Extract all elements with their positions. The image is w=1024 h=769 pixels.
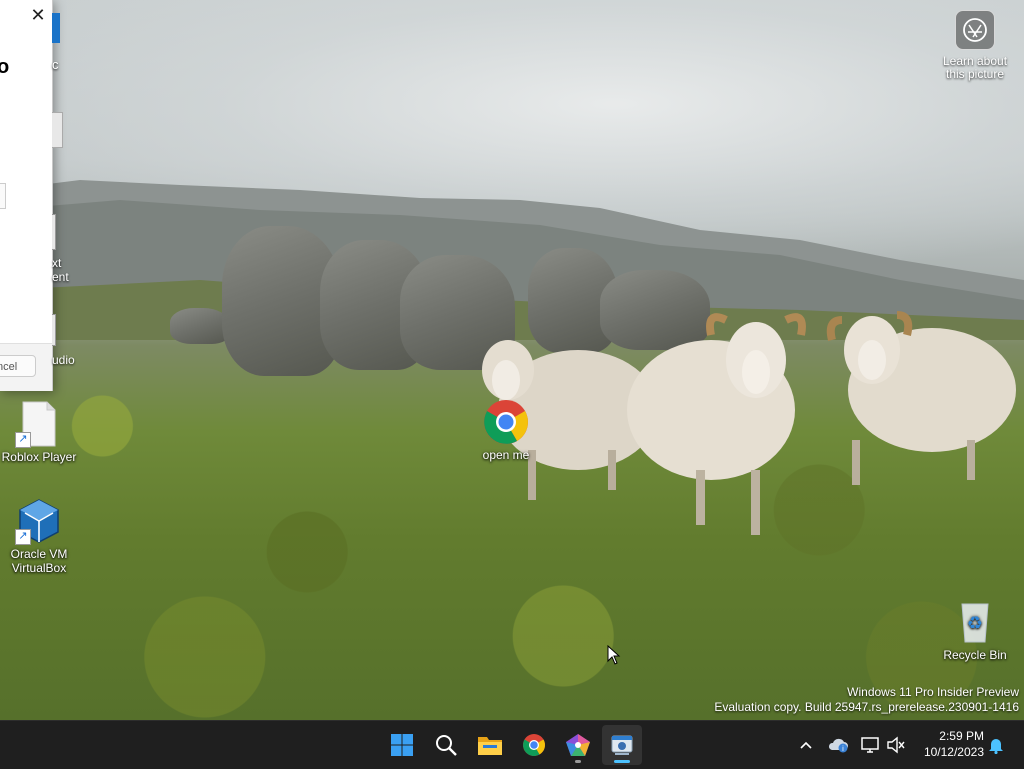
volume-muted-icon[interactable] — [884, 733, 908, 757]
pentagon-app-button[interactable] — [558, 725, 598, 765]
dialog-behind-accent — [52, 13, 60, 43]
chevron-up-icon[interactable] — [794, 733, 818, 757]
desktop-icon-recycle-bin[interactable]: ♻ Recycle Bin — [937, 598, 1013, 662]
document-icon: ↗ — [15, 400, 63, 448]
audio-label-fragment[interactable]: udio — [52, 353, 75, 367]
bell-icon[interactable] — [984, 733, 1008, 757]
desktop-icon-label: Oracle VM VirtualBox — [10, 547, 68, 575]
folder-icon — [478, 737, 502, 755]
active-indicator — [614, 760, 630, 763]
network-icon[interactable] — [858, 733, 882, 757]
start-button[interactable] — [382, 725, 422, 765]
desktop-icon-roblox-player[interactable]: ↗ Roblox Player — [1, 400, 77, 464]
rock — [170, 308, 230, 344]
fragment-line: xt — [52, 256, 62, 270]
svg-text:i: i — [842, 745, 844, 753]
file-explorer-button[interactable] — [470, 725, 510, 765]
camera-lens-icon — [955, 10, 995, 50]
recycle-bin-icon: ♻ — [951, 598, 999, 646]
clock-date: 10/12/2023 — [923, 745, 984, 759]
desktop-icon-label: Recycle Bin — [943, 648, 1007, 662]
active-app-button[interactable] — [602, 725, 642, 765]
shortcut-arrow-icon: ↗ — [15, 432, 31, 448]
desktop-icon-label: open me — [482, 448, 530, 462]
clock-time: 2:59 PM — [939, 729, 984, 743]
learn-about-label: Learn about this picture — [942, 54, 1008, 81]
learn-about-this-picture[interactable]: Learn about this picture — [936, 10, 1014, 81]
desktop-icon-oracle-vm-virtualbox[interactable]: ↗ Oracle VM VirtualBox — [1, 497, 77, 575]
sheep-illustration — [627, 313, 806, 535]
watermark-line-2: Evaluation copy. Build 25947.rs_prerelea… — [714, 700, 1019, 714]
close-icon[interactable]: ✕ — [27, 4, 49, 26]
cancel-button[interactable]: ncel — [0, 355, 36, 377]
desktop-icon-open-me[interactable]: open me — [468, 398, 544, 462]
text-document-label-fragment[interactable]: xt ent — [52, 256, 69, 284]
installer-window-icon — [611, 735, 633, 755]
dialog-behind-letter: c — [52, 57, 59, 72]
desktop-wallpaper — [0, 0, 1024, 720]
dialog-field[interactable] — [0, 183, 6, 209]
search-icon — [436, 735, 457, 756]
mouse-cursor-icon — [607, 645, 621, 665]
chrome-icon — [523, 734, 545, 756]
build-watermark: Windows 11 Pro Insider Preview Evaluatio… — [714, 685, 1019, 715]
running-indicator — [575, 760, 581, 763]
dialog-behind-field — [52, 112, 63, 148]
sheep-illustration — [826, 311, 1016, 485]
text-document-icon-fragment — [52, 214, 56, 250]
taskbar: i — [0, 720, 1024, 769]
shortcut-arrow-icon: ↗ — [15, 529, 31, 545]
windows-start-icon — [391, 734, 413, 756]
fragment-line: ent — [52, 270, 69, 284]
virtualbox-icon: ↗ — [15, 497, 63, 545]
dialog-heading-fragment: o — [0, 56, 9, 79]
chrome-icon — [482, 398, 530, 446]
taskbar-clock[interactable]: 2:59 PM 10/12/2023 — [912, 728, 984, 760]
search-button[interactable] — [426, 725, 466, 765]
pentagon-app-icon — [566, 734, 590, 756]
installer-dialog: ✕ o ncel — [0, 0, 53, 391]
watermark-line-1: Windows 11 Pro Insider Preview — [847, 685, 1019, 699]
desktop-icon-label: Roblox Player — [1, 450, 77, 464]
chrome-taskbar-button[interactable] — [514, 725, 554, 765]
onedrive-icon[interactable]: i — [826, 733, 850, 757]
audio-icon-fragment — [52, 314, 56, 346]
svg-text:♻: ♻ — [967, 613, 983, 634]
